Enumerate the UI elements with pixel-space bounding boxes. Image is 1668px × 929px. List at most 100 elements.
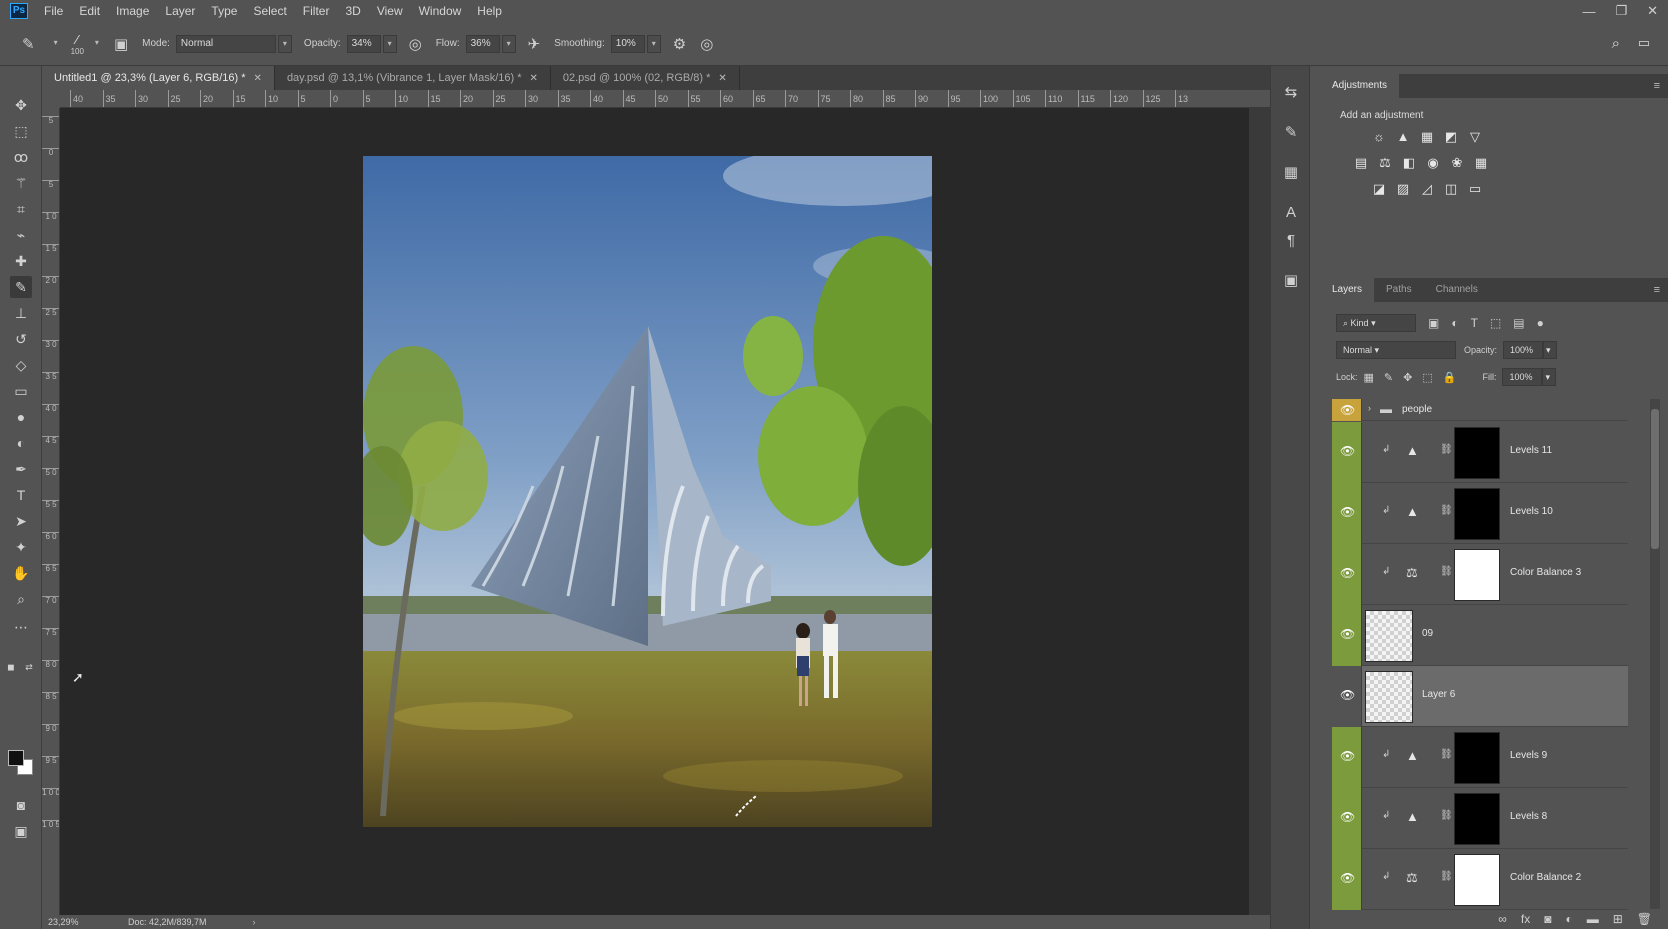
layer-group-people[interactable]: 👁 › ▬ people — [1332, 399, 1628, 421]
quick-mask-icon[interactable]: ◙ — [10, 794, 32, 816]
menu-view[interactable]: View — [377, 4, 403, 18]
brush-preset-dropdown[interactable]: ▾ — [90, 35, 104, 53]
visibility-toggle[interactable]: 👁 — [1332, 422, 1362, 483]
panel-menu-icon[interactable]: ≡ — [1654, 74, 1660, 98]
levels-icon[interactable]: ▲ — [1406, 443, 1419, 458]
layer-mask-thumbnail[interactable] — [1454, 488, 1500, 540]
marquee-tool-icon[interactable]: ⬚ — [10, 120, 32, 142]
brightness-icon[interactable]: ☼ — [1370, 128, 1388, 146]
visibility-toggle[interactable]: 👁 — [1332, 727, 1362, 788]
layer-opacity-input[interactable]: 100% — [1503, 341, 1544, 359]
healing-brush-tool-icon[interactable]: ✚ — [10, 250, 32, 272]
lock-position-icon[interactable]: ✥ — [1403, 371, 1412, 384]
screen-mode-icon[interactable]: ▣ — [10, 820, 32, 842]
layer-style-icon[interactable]: fx — [1521, 912, 1530, 926]
horizontal-ruler[interactable]: 40 35 30 25 20 15 10 5 0 5 10 15 20 25 30 35 40 45 50 55 60 6… — [60, 90, 1270, 108]
channel-mixer-icon[interactable]: ❀ — [1448, 154, 1466, 172]
layer-row[interactable]: 👁 Layer 6 — [1332, 666, 1628, 727]
canvas-vertical-scrollbar[interactable] — [1249, 108, 1270, 915]
layer-mask-thumbnail[interactable] — [1454, 427, 1500, 479]
fill-dropdown-icon[interactable]: ▾ — [1542, 368, 1557, 386]
hand-tool-icon[interactable]: ✋ — [10, 562, 32, 584]
black-white-icon[interactable]: ◧ — [1400, 154, 1418, 172]
layer-thumbnail[interactable] — [1365, 610, 1413, 662]
new-group-icon[interactable]: ▬ — [1587, 912, 1599, 926]
color-balance-icon[interactable]: ⚖ — [1406, 565, 1418, 581]
magic-wand-tool-icon[interactable]: ⚚ — [10, 172, 32, 194]
lock-transparent-icon[interactable]: ▦ — [1364, 371, 1374, 384]
close-icon[interactable]: ✕ — [254, 73, 262, 84]
tab-channels[interactable]: Channels — [1424, 278, 1490, 302]
filter-pixel-icon[interactable]: ▣ — [1428, 316, 1439, 330]
move-tool-icon[interactable]: ✥ — [10, 94, 32, 116]
chain-link-icon[interactable]: ⛓ — [1440, 871, 1453, 882]
zoom-tool-icon[interactable]: ⌕ — [10, 588, 32, 610]
character-icon[interactable]: A — [1280, 202, 1302, 224]
panel-menu-icon[interactable]: ≡ — [1654, 278, 1660, 302]
layers-scrollbar-thumb[interactable] — [1651, 409, 1659, 549]
layer-row[interactable]: 👁 ↲ ⚖ ⛓ Color Balance 3 — [1332, 544, 1628, 605]
path-selection-tool-icon[interactable]: ➤ — [10, 510, 32, 532]
crop-tool-icon[interactable]: ⌗ — [10, 198, 32, 220]
menu-select[interactable]: Select — [253, 4, 286, 18]
exposure-icon[interactable]: ◩ — [1442, 128, 1460, 146]
color-lookup-icon[interactable]: ▦ — [1472, 154, 1490, 172]
layer-row[interactable]: 👁 ↲ ▲ ⛓ Levels 9 — [1332, 727, 1628, 788]
lock-image-icon[interactable]: ✎ — [1384, 371, 1393, 384]
lock-artboard-icon[interactable]: ⬚ — [1422, 371, 1432, 384]
color-balance-icon[interactable]: ⚖ — [1376, 154, 1394, 172]
curves-icon[interactable]: ▦ — [1418, 128, 1436, 146]
visibility-toggle[interactable]: 👁 — [1332, 788, 1362, 849]
lock-all-icon[interactable]: 🔒 — [1443, 371, 1457, 384]
filter-shape-icon[interactable]: ⬚ — [1490, 316, 1501, 330]
brush-settings-icon[interactable]: ▣ — [114, 35, 128, 53]
filter-kind-select[interactable]: ⌕ Kind ▾ — [1336, 314, 1416, 332]
close-window-icon[interactable]: ✕ — [1647, 3, 1658, 19]
levels-icon[interactable]: ▲ — [1406, 504, 1419, 519]
menu-3d[interactable]: 3D — [345, 4, 360, 18]
chain-link-icon[interactable]: ⛓ — [1440, 566, 1453, 577]
menu-file[interactable]: File — [44, 4, 63, 18]
properties-icon[interactable]: ⇆ — [1280, 82, 1302, 104]
brush-tool-icon[interactable]: ✎ — [22, 35, 35, 53]
posterize-icon[interactable]: ▨ — [1394, 180, 1412, 198]
link-layers-icon[interactable]: ∞ — [1498, 912, 1507, 926]
tab-paths[interactable]: Paths — [1374, 278, 1424, 302]
pen-tool-icon[interactable]: ✒ — [10, 458, 32, 480]
visibility-toggle[interactable]: 👁 — [1332, 849, 1362, 910]
lasso-tool-icon[interactable]: ꝏ — [10, 146, 32, 168]
brush-preset-picker[interactable]: ⁄ 100 — [71, 32, 84, 56]
layer-row[interactable]: 👁 09 — [1332, 605, 1628, 666]
type-tool-icon[interactable]: T — [10, 484, 32, 506]
vertical-ruler[interactable]: 5 0 5 1 0 1 5 2 0 2 5 3 0 3 5 4 0 4 5 5 0 5 5 6 0 6 5 7… — [42, 108, 60, 915]
blur-tool-icon[interactable]: ● — [10, 406, 32, 428]
dodge-tool-icon[interactable]: ◐ — [10, 432, 32, 454]
eyedropper-tool-icon[interactable]: ⌁ — [10, 224, 32, 246]
levels-icon[interactable]: ▲ — [1394, 128, 1412, 146]
new-layer-icon[interactable]: ⊞ — [1613, 912, 1623, 926]
opacity-input[interactable]: 34% — [346, 34, 381, 53]
ruler-origin[interactable] — [42, 90, 60, 108]
layer-mask-thumbnail[interactable] — [1454, 549, 1500, 601]
eraser-tool-icon[interactable]: ◇ — [10, 354, 32, 376]
menu-edit[interactable]: Edit — [79, 4, 100, 18]
libraries-icon[interactable]: ▣ — [1280, 270, 1302, 292]
layer-mask-thumbnail[interactable] — [1454, 854, 1500, 906]
clone-stamp-tool-icon[interactable]: ⊥ — [10, 302, 32, 324]
layer-opacity-dropdown-icon[interactable]: ▾ — [1543, 341, 1558, 359]
new-adjustment-icon[interactable]: ◐ — [1565, 912, 1572, 926]
chain-link-icon[interactable]: ⛓ — [1440, 444, 1453, 455]
workspace-icon[interactable]: ▭ — [1638, 35, 1650, 51]
layer-mask-thumbnail[interactable] — [1454, 732, 1500, 784]
status-expand-icon[interactable]: › — [253, 917, 256, 927]
visibility-toggle[interactable]: 👁 — [1332, 483, 1362, 544]
photo-filter-icon[interactable]: ◉ — [1424, 154, 1442, 172]
color-balance-icon[interactable]: ⚖ — [1406, 870, 1418, 886]
fill-input[interactable]: 100% — [1502, 368, 1543, 386]
document-canvas[interactable] — [363, 156, 932, 827]
close-icon[interactable]: ✕ — [529, 73, 537, 84]
more-tools-icon[interactable]: ⋯ — [10, 616, 32, 638]
flow-dropdown-icon[interactable]: ▾ — [501, 34, 516, 53]
close-icon[interactable]: ✕ — [718, 73, 726, 84]
layer-row[interactable]: 👁 ↲ ⚖ ⛓ Color Balance 2 — [1332, 849, 1628, 910]
